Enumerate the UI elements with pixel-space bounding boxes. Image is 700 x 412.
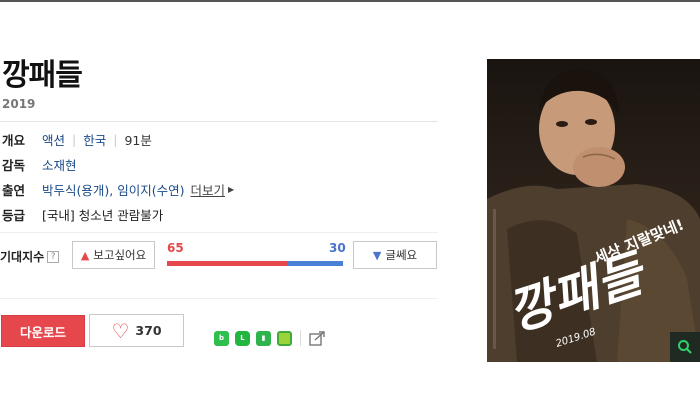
info-director-row: 감독 소재현 <box>2 155 77 173</box>
like-button[interactable]: ♡ 370 <box>89 314 184 347</box>
divider <box>0 121 438 122</box>
cast-label: 출연 <box>2 182 26 198</box>
overview-label: 개요 <box>2 132 26 148</box>
runtime: 91분 <box>124 132 152 148</box>
thumbs-up-icon: ▲ <box>80 248 90 262</box>
like-count: 370 <box>135 323 162 338</box>
memo-icon[interactable] <box>277 330 292 346</box>
divider <box>0 298 438 299</box>
search-icon <box>678 340 692 354</box>
bookmark-icon[interactable]: ▮ <box>256 330 271 346</box>
band-icon[interactable]: b <box>214 330 229 346</box>
expectation-label-text: 기대지수 <box>0 250 45 264</box>
expectation-bar-fill <box>167 261 288 266</box>
notsure-count: 30 <box>329 241 346 255</box>
zoom-button[interactable] <box>670 332 700 362</box>
thumbs-down-icon: ▼ <box>372 248 382 262</box>
separator: | <box>113 131 118 147</box>
want-count: 65 <box>167 241 184 255</box>
director-link[interactable]: 소재현 <box>42 155 77 174</box>
chevron-right-icon: ▶ <box>227 184 235 194</box>
movie-year: 2019 <box>2 97 36 111</box>
country-link[interactable]: 한국 <box>83 130 106 149</box>
want-to-see-label: 보고싶어요 <box>93 248 147 262</box>
movie-title: 깡패들 <box>2 58 83 93</box>
share-icons: b L ▮ <box>214 330 327 346</box>
not-sure-label: 글쎄요 <box>385 248 418 262</box>
help-icon[interactable]: ? <box>47 250 60 263</box>
separator: | <box>72 131 77 147</box>
movie-poster[interactable]: 세상 지랄맞네! 깡패들 2019.08 <box>487 59 700 362</box>
genre-link[interactable]: 액션 <box>42 130 65 149</box>
cast-link[interactable]: 박두식(용개), 임이지(수연) <box>42 180 184 199</box>
poster-image: 세상 지랄맞네! 깡패들 2019.08 <box>487 59 700 362</box>
separator <box>300 330 301 346</box>
top-border <box>0 0 700 2</box>
director-label: 감독 <box>2 157 26 173</box>
rating-value: [국내] 청소년 관람불가 <box>42 207 164 223</box>
line-icon[interactable]: L <box>235 330 250 346</box>
info-overview-row: 개요 액션 | 한국 | 91분 <box>2 130 152 148</box>
rating-label: 등급 <box>2 207 26 223</box>
want-to-see-button[interactable]: ▲ 보고싶어요 <box>72 241 155 269</box>
info-rating-row: 등급 [국내] 청소년 관람불가 <box>2 205 163 223</box>
share-out-icon[interactable] <box>309 330 327 346</box>
cast-more-link[interactable]: 더보기 <box>190 180 225 199</box>
divider <box>0 232 438 233</box>
download-button[interactable]: 다운로드 <box>1 315 85 347</box>
info-cast-row: 출연 박두식(용개), 임이지(수연) 더보기 ▶ <box>2 180 234 198</box>
expectation-label: 기대지수 ? <box>0 248 60 265</box>
heart-icon: ♡ <box>111 318 130 343</box>
not-sure-button[interactable]: ▼ 글쎄요 <box>353 241 437 269</box>
expectation-bar <box>167 261 343 266</box>
